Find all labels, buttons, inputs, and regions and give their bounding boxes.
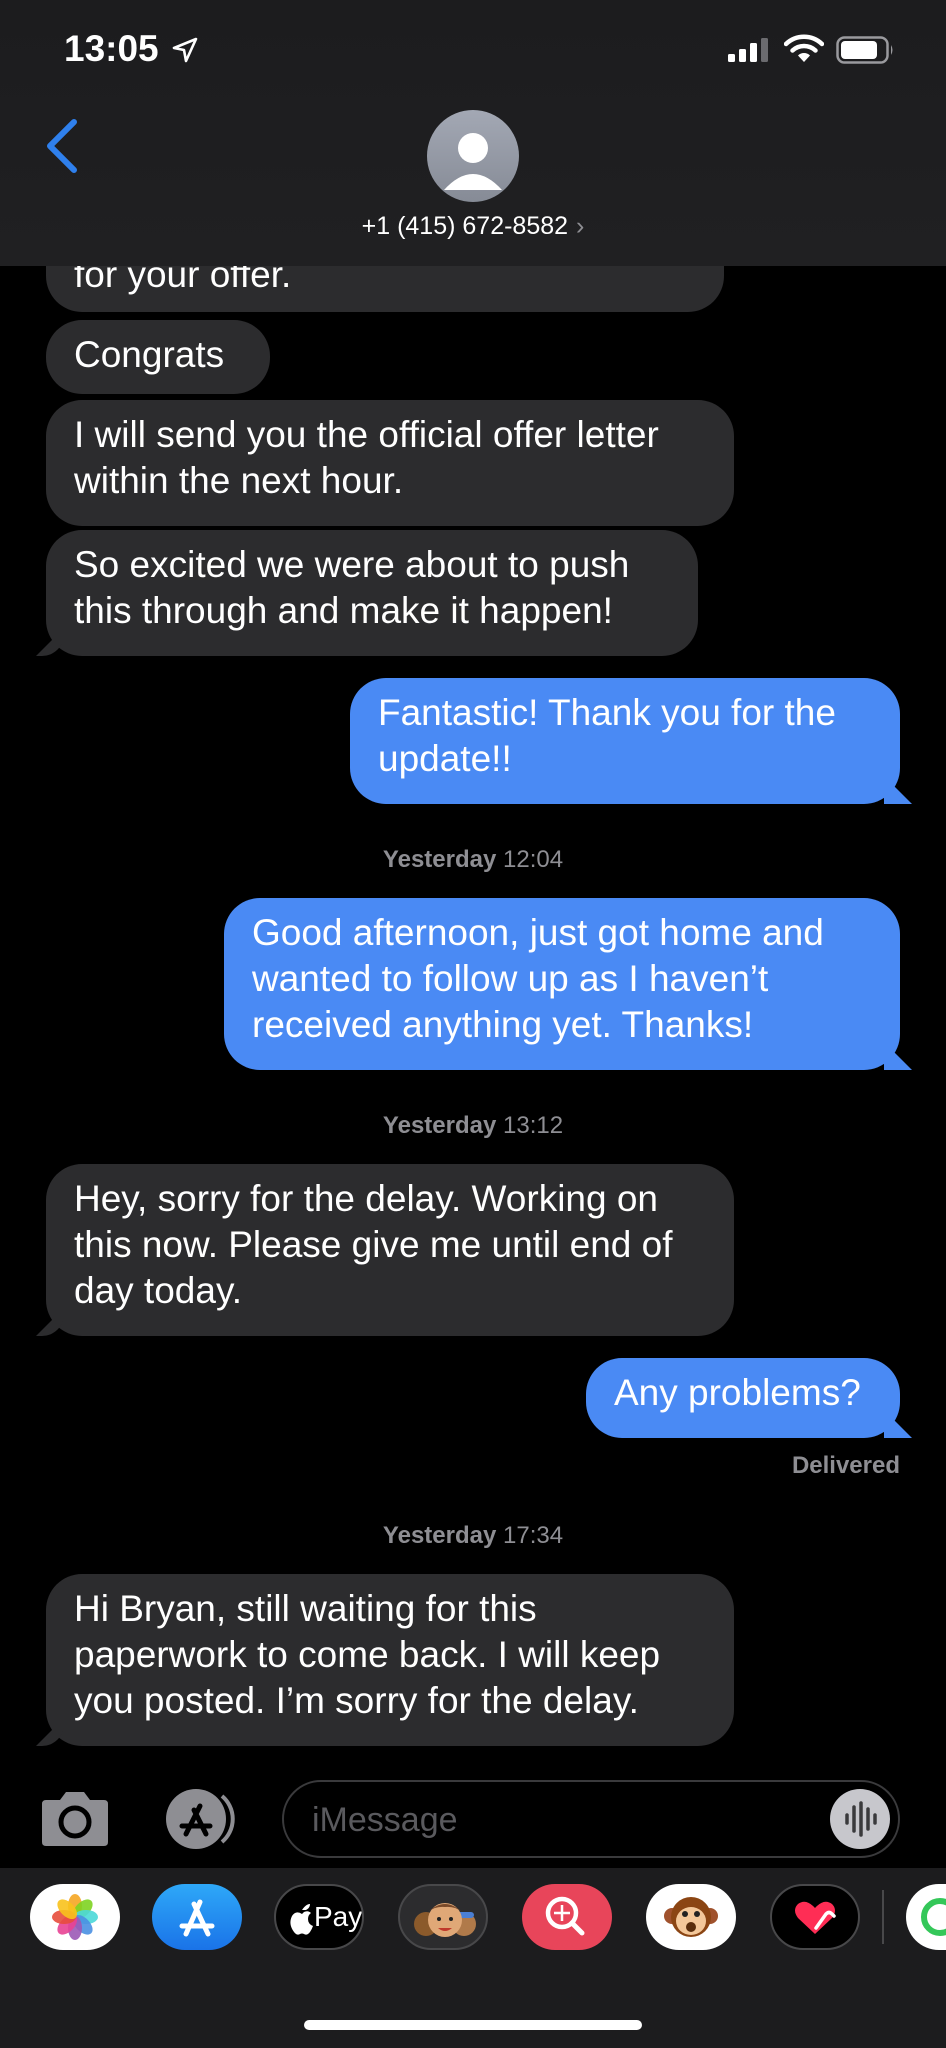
chevron-left-icon bbox=[47, 119, 77, 173]
battery-icon bbox=[836, 36, 893, 64]
app-store-app-button[interactable] bbox=[152, 1884, 242, 1950]
memoji-stickers-button[interactable] bbox=[398, 1884, 488, 1950]
message-text: Congrats bbox=[74, 334, 225, 375]
camera-icon bbox=[42, 1792, 108, 1846]
message-text: Hi Bryan, still waiting for this paperwo… bbox=[74, 1588, 661, 1721]
message-text: So excited we were about to push this th… bbox=[74, 544, 630, 631]
timestamp: Yesterday 17:34 bbox=[0, 1522, 946, 1550]
memoji-icon bbox=[414, 1903, 476, 1937]
apple-pay-label: Pay bbox=[314, 1901, 363, 1932]
timestamp-day: Yesterday bbox=[382, 1112, 497, 1139]
message-text: Any problems? bbox=[614, 1372, 861, 1413]
timestamp: Yesterday 12:04 bbox=[0, 846, 946, 874]
contact-name-button[interactable]: +1 (415) 672-8582 › bbox=[0, 212, 946, 241]
app-store-icon bbox=[179, 1899, 215, 1937]
animoji-icon bbox=[664, 1897, 718, 1937]
message-text: Good afternoon, just got home and wanted… bbox=[252, 912, 824, 1045]
timestamp-day: Yesterday bbox=[382, 1522, 497, 1549]
camera-button[interactable] bbox=[38, 1788, 112, 1850]
timestamp-time: 12:04 bbox=[503, 846, 564, 873]
outgoing-message[interactable]: Good afternoon, just got home and wanted… bbox=[224, 898, 900, 1070]
drawer-divider bbox=[882, 1890, 884, 1944]
chevron-right-icon: › bbox=[576, 212, 585, 240]
image-search-icon bbox=[545, 1896, 585, 1936]
status-time: 13:05 bbox=[64, 28, 159, 69]
contact-number: +1 (415) 672-8582 bbox=[361, 212, 569, 240]
app-store-icon bbox=[166, 1789, 235, 1849]
person-silhouette-icon bbox=[444, 133, 502, 190]
audio-message-button[interactable] bbox=[830, 1789, 890, 1849]
image-search-button[interactable] bbox=[522, 1884, 612, 1950]
digital-touch-icon bbox=[795, 1901, 836, 1934]
timestamp-day: Yesterday bbox=[382, 846, 497, 873]
incoming-message[interactable]: So excited we were about to push this th… bbox=[46, 530, 698, 656]
outgoing-message[interactable]: Fantastic! Thank you for the update!! bbox=[350, 678, 900, 804]
timestamp-time: 17:34 bbox=[503, 1522, 564, 1549]
digital-touch-button[interactable] bbox=[770, 1884, 860, 1950]
outgoing-message[interactable]: Any problems? bbox=[586, 1358, 900, 1438]
incoming-message[interactable]: Hey, sorry for the delay. Working on thi… bbox=[46, 1164, 734, 1336]
wifi-icon bbox=[784, 34, 824, 62]
conversation-header: 13:05 +1 (415) 672-8582 › bbox=[0, 0, 946, 266]
cellular-signal-icon bbox=[728, 38, 768, 62]
message-text: Hey, sorry for the delay. Working on thi… bbox=[74, 1178, 673, 1311]
apple-pay-app-button[interactable]: Pay bbox=[274, 1884, 364, 1950]
photos-app-button[interactable] bbox=[30, 1884, 120, 1950]
timestamp: Yesterday 13:12 bbox=[0, 1112, 946, 1140]
waveform-icon bbox=[845, 1801, 877, 1837]
message-text: I will send you the official offer lette… bbox=[74, 414, 659, 501]
animoji-button[interactable] bbox=[646, 1884, 736, 1950]
incoming-message[interactable]: I will send you the official offer lette… bbox=[46, 400, 734, 526]
message-text: Fantastic! Thank you for the update!! bbox=[378, 692, 836, 779]
message-input[interactable] bbox=[282, 1780, 900, 1858]
back-button[interactable] bbox=[44, 118, 84, 178]
timestamp-time: 13:12 bbox=[503, 1112, 564, 1139]
photos-icon bbox=[52, 1894, 98, 1940]
home-indicator[interactable] bbox=[304, 2020, 642, 2030]
incoming-message[interactable]: Hi Bryan, still waiting for this paperwo… bbox=[46, 1574, 734, 1746]
message-text-field[interactable] bbox=[310, 1792, 794, 1848]
location-arrow-icon bbox=[172, 37, 198, 63]
incoming-message[interactable]: Congrats bbox=[46, 320, 270, 394]
app-store-button[interactable] bbox=[160, 1788, 242, 1850]
delivery-status: Delivered bbox=[791, 1452, 900, 1479]
contact-avatar[interactable] bbox=[427, 110, 519, 202]
